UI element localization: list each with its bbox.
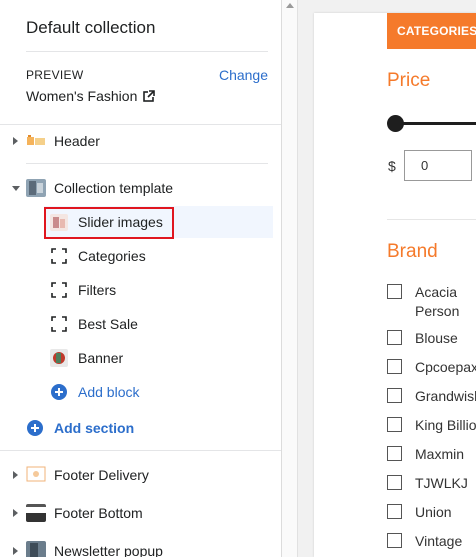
brand-label: Maxmin bbox=[415, 446, 465, 462]
section-footer-bottom[interactable]: Footer Bottom bbox=[0, 496, 281, 530]
block-banner[interactable]: Banner bbox=[0, 341, 281, 375]
brand-filter-title: Brand bbox=[387, 241, 438, 262]
checkbox[interactable] bbox=[387, 417, 402, 432]
change-preview-link[interactable]: Change bbox=[219, 67, 268, 83]
price-slider-handle[interactable] bbox=[387, 115, 404, 132]
price-slider-track[interactable] bbox=[392, 122, 476, 125]
brand-label: Vintage bbox=[415, 533, 463, 549]
brand-filter-item[interactable]: Vintage bbox=[387, 532, 462, 551]
section-footer-delivery[interactable]: Footer Delivery bbox=[0, 458, 281, 492]
add-section-label: Add section bbox=[54, 420, 135, 436]
section-label: Footer Bottom bbox=[54, 505, 143, 521]
brand-filter-item[interactable]: Maxmin bbox=[387, 445, 464, 464]
categories-tab[interactable]: CATEGORIES bbox=[387, 13, 476, 49]
brand-label: Blouse bbox=[415, 330, 458, 346]
divider bbox=[387, 219, 476, 220]
page-title: Default collection bbox=[26, 18, 156, 37]
checkbox[interactable] bbox=[387, 446, 402, 461]
dashed-block-icon bbox=[51, 248, 67, 264]
collection-thumb-icon bbox=[26, 179, 46, 197]
brand-filter-item[interactable]: Blouse bbox=[387, 329, 458, 348]
checkbox[interactable] bbox=[387, 533, 402, 548]
checkbox[interactable] bbox=[387, 284, 402, 299]
brand-label: Union bbox=[415, 504, 452, 520]
caret-right-icon[interactable] bbox=[13, 137, 18, 145]
brand-label: TJWLKJ bbox=[415, 475, 468, 491]
checkbox[interactable] bbox=[387, 330, 402, 345]
dashed-block-icon bbox=[51, 316, 67, 332]
caret-right-icon[interactable] bbox=[13, 509, 18, 517]
preview-collection-link[interactable]: Women's Fashion bbox=[26, 88, 156, 104]
block-label: Best Sale bbox=[78, 316, 138, 332]
brand-label: King Billion bbox=[415, 417, 476, 433]
add-section-button[interactable]: Add section bbox=[0, 411, 281, 445]
banner-thumb-icon bbox=[50, 349, 68, 367]
divider bbox=[26, 51, 268, 52]
plus-circle-icon bbox=[27, 420, 43, 436]
caret-right-icon[interactable] bbox=[13, 547, 18, 555]
sidebar-scrollbar[interactable] bbox=[282, 0, 298, 557]
block-label: Filters bbox=[78, 282, 117, 298]
newsletter-thumb-icon bbox=[26, 541, 46, 557]
block-label: Banner bbox=[78, 350, 124, 366]
currency-symbol: $ bbox=[388, 158, 396, 174]
external-link-icon bbox=[143, 90, 156, 102]
section-newsletter-popup[interactable]: Newsletter popup bbox=[0, 534, 281, 557]
brand-label: Grandwish bbox=[415, 388, 476, 404]
checkbox[interactable] bbox=[387, 475, 402, 490]
section-label: Collection template bbox=[54, 180, 174, 196]
brand-filter-item[interactable]: TJWLKJ bbox=[387, 474, 468, 493]
block-filters[interactable]: Filters bbox=[0, 273, 281, 307]
selection-highlight-box bbox=[44, 207, 174, 239]
preview-label: PREVIEW bbox=[26, 68, 84, 82]
price-filter-title: Price bbox=[387, 70, 431, 91]
plus-circle-icon bbox=[51, 384, 67, 400]
footer-delivery-thumb-icon bbox=[26, 465, 46, 483]
theme-editor-sidebar: Default collection PREVIEW Change Women'… bbox=[0, 0, 282, 557]
section-label: Footer Delivery bbox=[54, 467, 149, 483]
block-best-sale[interactable]: Best Sale bbox=[0, 307, 281, 341]
checkbox[interactable] bbox=[387, 359, 402, 374]
block-label: Categories bbox=[78, 248, 146, 264]
preview-collection-name: Women's Fashion bbox=[26, 88, 138, 104]
section-collection-template[interactable]: Collection template bbox=[0, 171, 281, 205]
storefront-preview: CATEGORIES Price $ 0 Brand Acacia Person… bbox=[314, 13, 476, 557]
scroll-up-arrow-icon[interactable] bbox=[286, 3, 294, 8]
brand-label: Acacia Person bbox=[415, 284, 460, 319]
add-block-label: Add block bbox=[78, 384, 140, 400]
brand-label: Cpcoepax bbox=[415, 359, 476, 375]
caret-right-icon[interactable] bbox=[13, 471, 18, 479]
block-categories[interactable]: Categories bbox=[0, 239, 281, 273]
brand-filter-item[interactable]: King Billion bbox=[387, 416, 476, 435]
header-thumb-icon bbox=[26, 132, 46, 150]
checkbox[interactable] bbox=[387, 388, 402, 403]
add-block-button[interactable]: Add block bbox=[0, 375, 281, 409]
brand-filter-item[interactable]: Union bbox=[387, 503, 452, 522]
caret-down-icon[interactable] bbox=[12, 186, 20, 191]
section-header[interactable]: Header bbox=[0, 124, 281, 158]
brand-filter-item[interactable]: Grandwish bbox=[387, 387, 476, 406]
brand-filter-item[interactable]: Acacia Person bbox=[387, 283, 475, 321]
section-label: Newsletter popup bbox=[54, 543, 163, 557]
brand-filter-item[interactable]: Cpcoepax bbox=[387, 358, 476, 377]
dashed-block-icon bbox=[51, 282, 67, 298]
divider bbox=[0, 450, 281, 451]
divider bbox=[26, 163, 268, 164]
checkbox[interactable] bbox=[387, 504, 402, 519]
price-min-input[interactable]: 0 bbox=[404, 150, 472, 181]
footer-bottom-thumb-icon bbox=[26, 504, 46, 522]
section-label: Header bbox=[54, 133, 100, 149]
